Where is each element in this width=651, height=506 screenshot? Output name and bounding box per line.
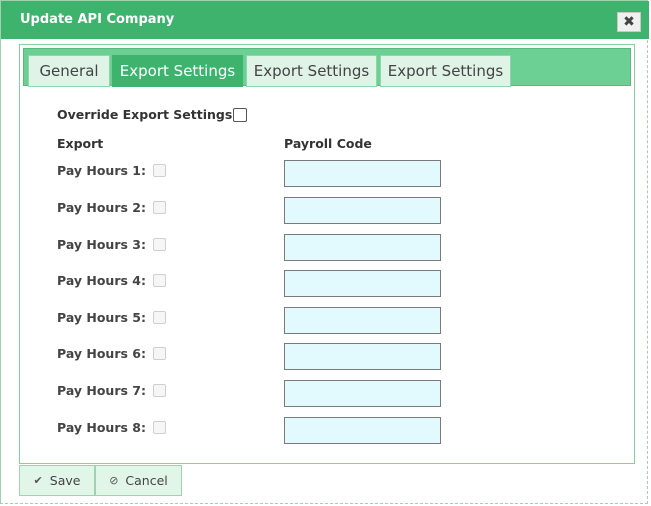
payroll-code-column-header: Payroll Code [284, 136, 372, 151]
tab-export-settings-2[interactable]: Export Settings [246, 55, 377, 87]
dialog-content: General Export Settings Export Settings … [19, 44, 635, 464]
pay-hours-4-payroll-code-input[interactable] [284, 270, 441, 297]
pay-hours-2-export-checkbox[interactable] [153, 201, 166, 214]
tab-strip: General Export Settings Export Settings … [23, 48, 631, 87]
pay-hours-6-payroll-code-input[interactable] [284, 343, 441, 370]
pay-hours-2-payroll-code-input[interactable] [284, 197, 441, 224]
dialog-titlebar: Update API Company ✖ [1, 1, 649, 39]
close-icon: ✖ [623, 14, 635, 30]
pay-hours-8-export-checkbox[interactable] [153, 421, 166, 434]
pay-hours-5-payroll-code-input[interactable] [284, 307, 441, 334]
check-icon: ✔ [33, 474, 43, 487]
cancel-icon: ⊘ [109, 474, 119, 487]
pay-hours-4-label: Pay Hours 4: [57, 273, 146, 288]
pay-hours-5-export-checkbox[interactable] [153, 311, 166, 324]
pay-hours-3-label: Pay Hours 3: [57, 237, 146, 252]
cancel-button-label: Cancel [125, 473, 168, 488]
pay-hours-1-label: Pay Hours 1: [57, 163, 146, 178]
update-api-company-dialog: Update API Company ✖ General Export Sett… [0, 0, 649, 504]
pay-hours-8-payroll-code-input[interactable] [284, 417, 441, 444]
cancel-button[interactable]: ⊘ Cancel [95, 465, 182, 496]
close-button[interactable]: ✖ [617, 12, 641, 32]
pay-hours-7-label: Pay Hours 7: [57, 383, 146, 398]
tab-general[interactable]: General [28, 55, 110, 87]
pay-hours-7-export-checkbox[interactable] [153, 384, 166, 397]
tab-export-settings-3[interactable]: Export Settings [380, 55, 511, 87]
tab-export-settings-1[interactable]: Export Settings [112, 55, 243, 87]
export-column-header: Export [57, 136, 104, 151]
dialog-title: Update API Company [20, 12, 175, 27]
pay-hours-4-export-checkbox[interactable] [153, 274, 166, 287]
pay-hours-6-label: Pay Hours 6: [57, 346, 146, 361]
pay-hours-3-export-checkbox[interactable] [153, 238, 166, 251]
pay-hours-1-payroll-code-input[interactable] [284, 160, 441, 187]
pay-hours-3-payroll-code-input[interactable] [284, 234, 441, 261]
pay-hours-7-payroll-code-input[interactable] [284, 380, 441, 407]
override-export-settings-label: Override Export Settings: [57, 107, 238, 122]
pay-hours-5-label: Pay Hours 5: [57, 310, 146, 325]
pay-hours-6-export-checkbox[interactable] [153, 347, 166, 360]
save-button-label: Save [49, 473, 81, 488]
override-export-settings-checkbox[interactable] [233, 108, 247, 122]
pay-hours-8-label: Pay Hours 8: [57, 420, 146, 435]
pay-hours-1-export-checkbox[interactable] [153, 164, 166, 177]
save-button[interactable]: ✔ Save [19, 465, 95, 496]
pay-hours-2-label: Pay Hours 2: [57, 200, 146, 215]
